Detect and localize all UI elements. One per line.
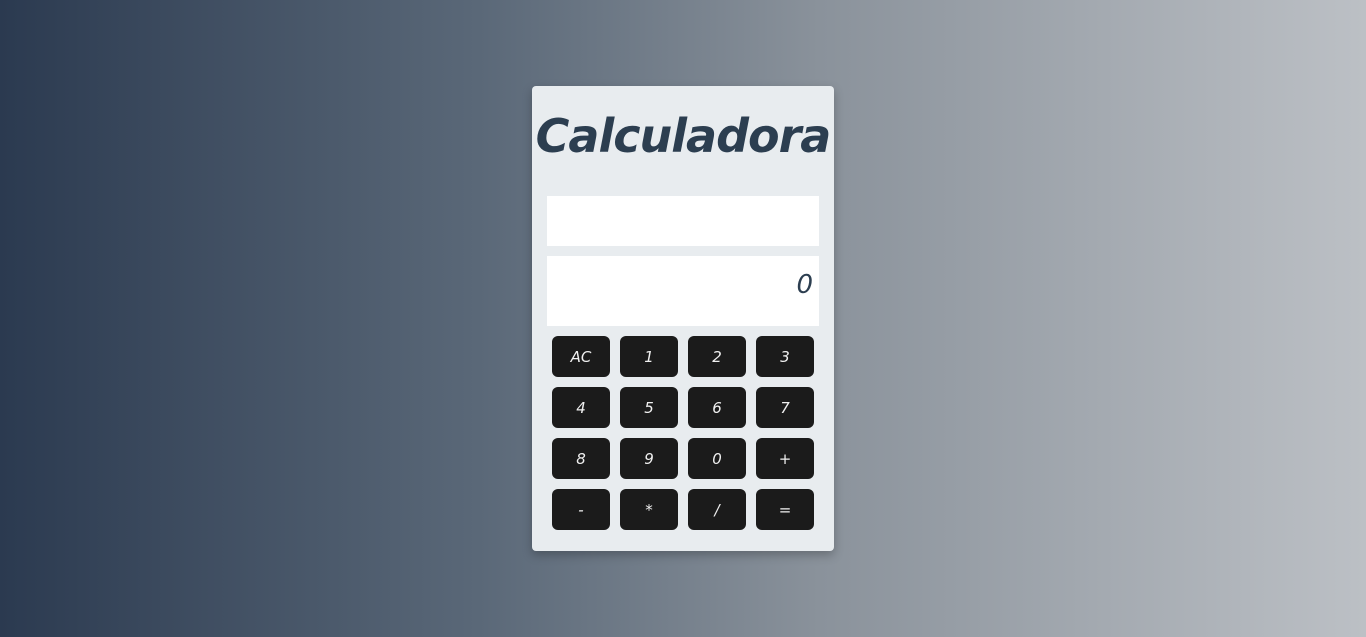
keypad: AC 1 2 3 4 5 6 7 8 9 0 + - * / = — [552, 336, 814, 530]
clear-button[interactable]: AC — [552, 336, 610, 377]
page-title: Calculadora — [535, 109, 832, 163]
digit-4-button[interactable]: 4 — [552, 387, 610, 428]
equals-button[interactable]: = — [756, 489, 814, 530]
digit-0-button[interactable]: 0 — [688, 438, 746, 479]
digit-5-button[interactable]: 5 — [620, 387, 678, 428]
digit-1-button[interactable]: 1 — [620, 336, 678, 377]
digit-6-button[interactable]: 6 — [688, 387, 746, 428]
divide-button[interactable]: / — [688, 489, 746, 530]
subtract-button[interactable]: - — [552, 489, 610, 530]
previous-operation-display[interactable] — [547, 196, 819, 246]
digit-7-button[interactable]: 7 — [756, 387, 814, 428]
add-button[interactable]: + — [756, 438, 814, 479]
multiply-button[interactable]: * — [620, 489, 678, 530]
digit-8-button[interactable]: 8 — [552, 438, 610, 479]
calculator-panel: Calculadora 0 AC 1 2 3 4 5 6 7 8 9 0 + -… — [532, 86, 834, 551]
digit-3-button[interactable]: 3 — [756, 336, 814, 377]
digit-9-button[interactable]: 9 — [620, 438, 678, 479]
current-value-display: 0 — [547, 256, 819, 326]
digit-2-button[interactable]: 2 — [688, 336, 746, 377]
